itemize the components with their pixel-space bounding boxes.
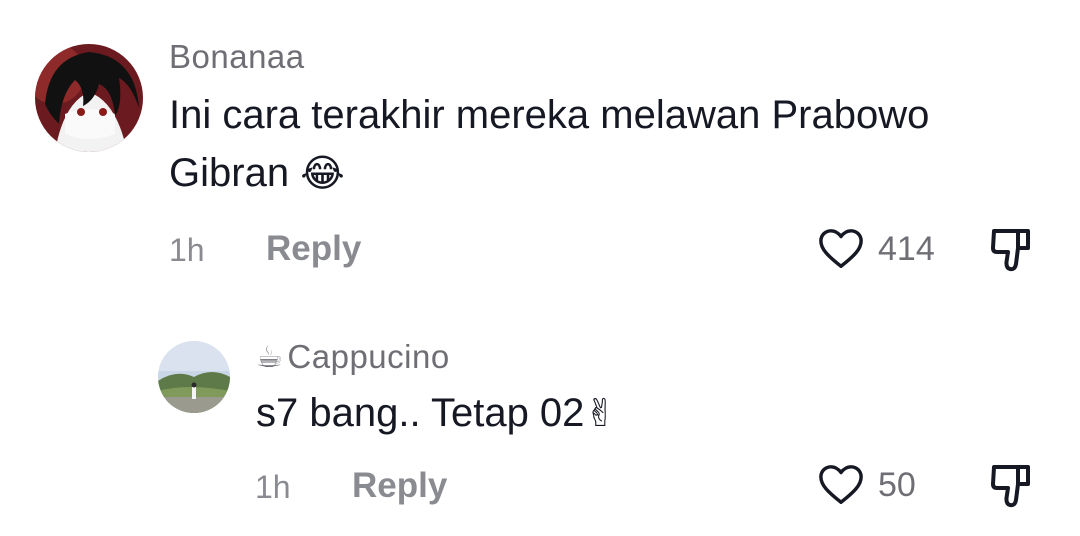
timestamp: 1h — [255, 469, 291, 505]
comment-body: Ini cara terakhir mereka melawan Prabowo… — [169, 93, 930, 195]
laughing-emoji-icon: 😂 — [300, 151, 345, 195]
coffee-emoji-icon: ☕ — [256, 340, 284, 374]
heart-icon — [818, 463, 864, 507]
victory-hand-emoji-icon: ✌ — [584, 391, 617, 435]
avatar[interactable] — [158, 341, 230, 413]
reply-button[interactable]: Reply — [352, 466, 447, 506]
like-button[interactable]: 414 — [818, 227, 935, 271]
landscape-avatar-icon — [158, 341, 230, 413]
comment-text: Ini cara terakhir mereka melawan Prabowo… — [169, 86, 1049, 202]
comment-text: s7 bang.. Tetap 02✌ — [256, 384, 1016, 442]
dislike-button[interactable] — [990, 226, 1036, 274]
thumbs-down-icon — [991, 229, 1030, 272]
avatar[interactable] — [35, 44, 143, 152]
like-count: 50 — [878, 465, 916, 504]
reply-button[interactable]: Reply — [266, 229, 361, 269]
thumbs-down-icon — [991, 465, 1030, 508]
timestamp: 1h — [169, 232, 205, 268]
like-count: 414 — [878, 229, 935, 268]
username-label: Cappucino — [287, 338, 450, 375]
username[interactable]: Bonanaa — [169, 38, 305, 76]
heart-icon — [818, 227, 864, 271]
comment-body: s7 bang.. Tetap 02 — [256, 391, 585, 435]
like-button[interactable]: 50 — [818, 463, 916, 507]
anime-avatar-icon — [35, 44, 143, 152]
username[interactable]: ☕ Cappucino — [256, 338, 450, 376]
dislike-button[interactable] — [990, 462, 1036, 510]
comments-section: Bonanaa Ini cara terakhir mereka melawan… — [0, 0, 1080, 536]
